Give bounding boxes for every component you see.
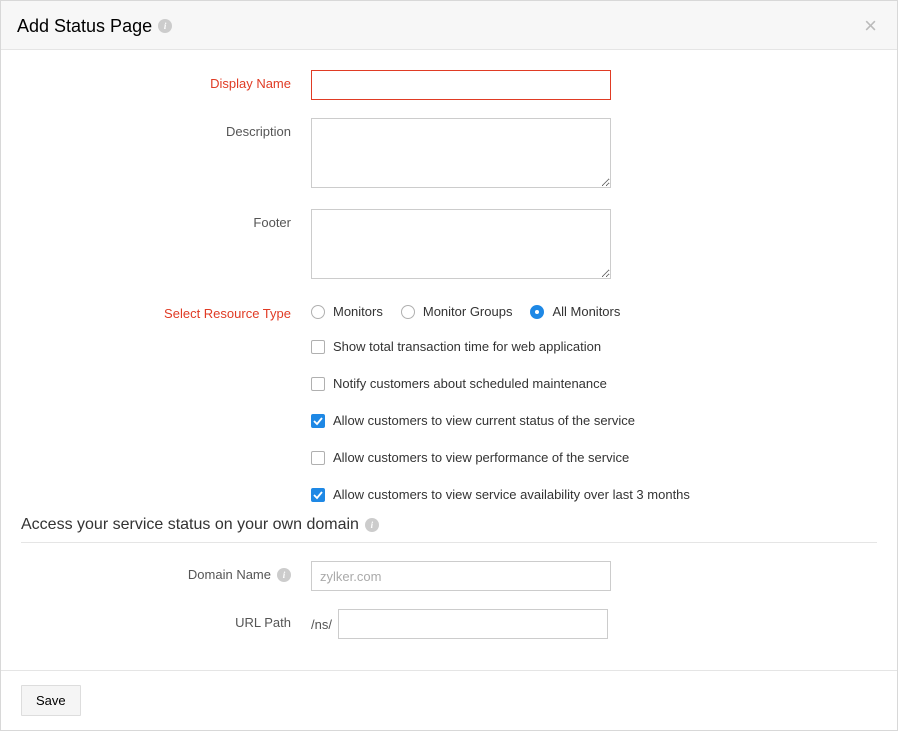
domain-name-row: Domain Name i [21,561,877,591]
checkbox-icon [311,414,325,428]
display-name-label: Display Name [21,70,311,91]
modal-header: Add Status Page i × [1,1,897,50]
close-icon[interactable]: × [864,15,877,37]
display-name-input[interactable] [311,70,611,100]
radio-monitors-label: Monitors [333,304,383,319]
radio-monitor-groups[interactable]: Monitor Groups [401,304,513,319]
radio-all-monitors-label: All Monitors [552,304,620,319]
radio-monitors[interactable]: Monitors [311,304,383,319]
description-textarea[interactable] [311,118,611,188]
domain-name-label: Domain Name i [21,561,311,582]
radio-all-monitors[interactable]: All Monitors [530,304,620,319]
info-icon[interactable]: i [158,19,172,33]
domain-section-heading: Access your service status on your own d… [21,502,877,543]
save-button[interactable]: Save [21,685,81,716]
checkbox-icon [311,451,325,465]
checkbox-icon [311,340,325,354]
check-view-perf-label: Allow customers to view performance of t… [333,450,629,465]
resource-type-label: Select Resource Type [21,300,311,321]
checkbox-icon [311,377,325,391]
check-notify-label: Notify customers about scheduled mainten… [333,376,607,391]
url-path-row: URL Path /ns/ [21,609,877,639]
domain-name-label-text: Domain Name [188,567,271,582]
modal-body: Display Name Description Footer Select R… [1,50,897,670]
url-path-input[interactable] [338,609,608,639]
check-show-total[interactable]: Show total transaction time for web appl… [311,339,877,354]
url-path-prefix: /ns/ [311,611,338,638]
description-row: Description [21,118,877,191]
options-checklist: Show total transaction time for web appl… [311,339,877,502]
add-status-page-modal: Add Status Page i × Display Name Descrip… [0,0,898,731]
footer-textarea[interactable] [311,209,611,279]
check-view-perf[interactable]: Allow customers to view performance of t… [311,450,877,465]
display-name-row: Display Name [21,70,877,100]
radio-monitor-groups-label: Monitor Groups [423,304,513,319]
footer-row: Footer [21,209,877,282]
modal-title: Add Status Page i [17,16,172,37]
check-view-status[interactable]: Allow customers to view current status o… [311,413,877,428]
check-view-status-label: Allow customers to view current status o… [333,413,635,428]
check-view-avail-label: Allow customers to view service availabi… [333,487,690,502]
radio-icon [530,305,544,319]
modal-footer: Save [1,670,897,730]
domain-heading-text: Access your service status on your own d… [21,516,359,534]
info-icon[interactable]: i [365,518,379,532]
check-notify[interactable]: Notify customers about scheduled mainten… [311,376,877,391]
resource-type-row: Select Resource Type Monitors Monitor Gr… [21,300,877,321]
radio-icon [401,305,415,319]
check-show-total-label: Show total transaction time for web appl… [333,339,601,354]
checkbox-icon [311,488,325,502]
footer-label: Footer [21,209,311,230]
url-path-label: URL Path [21,609,311,630]
description-label: Description [21,118,311,139]
info-icon[interactable]: i [277,568,291,582]
check-view-avail[interactable]: Allow customers to view service availabi… [311,487,877,502]
modal-title-text: Add Status Page [17,16,152,37]
domain-name-input[interactable] [311,561,611,591]
radio-icon [311,305,325,319]
